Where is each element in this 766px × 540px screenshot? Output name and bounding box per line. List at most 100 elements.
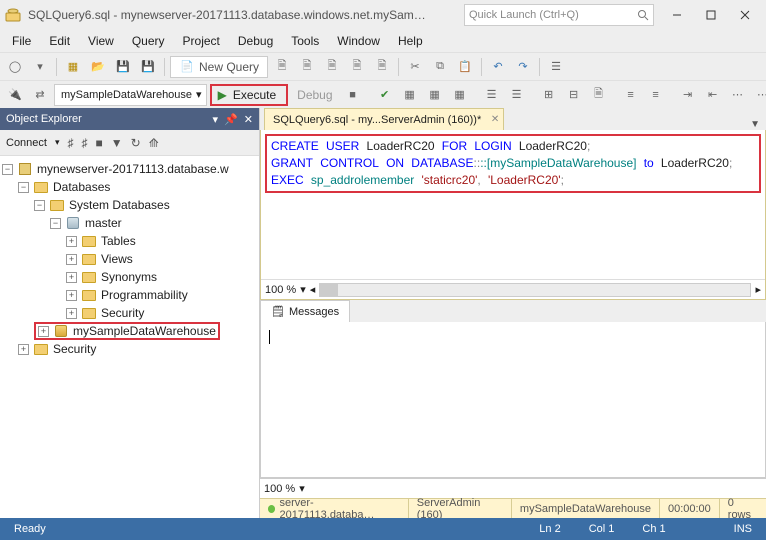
- maximize-button[interactable]: [694, 3, 728, 27]
- menu-window[interactable]: Window: [329, 32, 388, 50]
- document-tab-bar: SQLQuery6.sql - my...ServerAdmin (160))*…: [260, 108, 766, 130]
- open-icon[interactable]: 📂: [87, 56, 109, 78]
- indent-icon[interactable]: ⇥: [677, 84, 699, 106]
- object-explorer-header: Object Explorer ▾ 📌 ✕: [0, 108, 259, 130]
- copy-icon[interactable]: ⧉: [429, 56, 451, 78]
- pin-icon[interactable]: 📌: [224, 113, 238, 126]
- cut-icon[interactable]: ✂: [404, 56, 426, 78]
- panel-close-icon[interactable]: ✕: [244, 113, 253, 126]
- result-grid-icon[interactable]: ⊞: [538, 84, 560, 106]
- parse-icon[interactable]: ✔: [374, 84, 396, 106]
- tree-sysdb[interactable]: −System Databases: [0, 196, 259, 214]
- menu-tools[interactable]: Tools: [283, 32, 327, 50]
- stop-icon[interactable]: ■: [96, 136, 103, 150]
- chevron-down-icon[interactable]: ▾: [300, 283, 306, 296]
- title-bar: SQLQuery6.sql - mynewserver-20171113.dat…: [0, 0, 766, 30]
- panel-menu-icon[interactable]: ▾: [213, 113, 219, 126]
- debug-button[interactable]: Debug: [291, 88, 338, 102]
- tree-programmability[interactable]: +Programmability: [0, 286, 259, 304]
- menu-debug[interactable]: Debug: [230, 32, 281, 50]
- tree-synonyms[interactable]: +Synonyms: [0, 268, 259, 286]
- tab-list-icon[interactable]: ▼: [750, 119, 760, 130]
- tree-server[interactable]: −mynewserver-20171113.database.w: [0, 160, 259, 178]
- h-scrollbar[interactable]: [319, 283, 751, 297]
- menu-project[interactable]: Project: [175, 32, 228, 50]
- menu-query[interactable]: Query: [124, 32, 173, 50]
- zoom-value[interactable]: 100 %: [265, 284, 296, 296]
- filter2-icon[interactable]: ♯: [82, 136, 88, 150]
- script-icon-1[interactable]: 🗎: [271, 56, 293, 78]
- tree-synonyms-label: Synonyms: [101, 270, 157, 284]
- zoom-value-2[interactable]: 100 %: [264, 483, 295, 495]
- nav-back-icon[interactable]: ◯: [4, 56, 26, 78]
- execute-label: Execute: [233, 88, 276, 102]
- filter-icon[interactable]: ♯: [68, 136, 74, 150]
- object-explorer-panel: Object Explorer ▾ 📌 ✕ Connect ▾ ♯ ♯ ■ ▼ …: [0, 108, 260, 518]
- menu-help[interactable]: Help: [390, 32, 431, 50]
- messages-tab-label: Messages: [289, 306, 339, 318]
- plan-icon-1[interactable]: ▦: [399, 84, 421, 106]
- database-dropdown[interactable]: mySampleDataWarehouse ▾: [54, 84, 207, 106]
- plan-icon-3[interactable]: ▦: [449, 84, 471, 106]
- tab-close-icon[interactable]: ✕: [491, 114, 499, 125]
- outdent-icon[interactable]: ⇤: [702, 84, 724, 106]
- uncomment-icon[interactable]: ≡: [645, 84, 667, 106]
- menu-edit[interactable]: Edit: [41, 32, 78, 50]
- object-explorer-tree[interactable]: −mynewserver-20171113.database.w −Databa…: [0, 156, 259, 518]
- conn-db: mySampleDataWarehouse: [512, 499, 660, 518]
- result-text-icon[interactable]: ⊟: [563, 84, 585, 106]
- minimize-button[interactable]: [660, 3, 694, 27]
- tree-security-outer[interactable]: +Security: [0, 340, 259, 358]
- new-query-button[interactable]: 📄New Query: [170, 56, 268, 78]
- refresh-icon[interactable]: ↻: [131, 136, 141, 150]
- close-button[interactable]: [728, 3, 762, 27]
- filter3-icon[interactable]: ▼: [111, 136, 123, 150]
- redo-icon[interactable]: ↷: [512, 56, 534, 78]
- script-icon-4[interactable]: 🗎: [346, 56, 368, 78]
- editor-area: SQLQuery6.sql - my...ServerAdmin (160))*…: [260, 108, 766, 518]
- script-icon-2[interactable]: 🗎: [296, 56, 318, 78]
- object-explorer-title: Object Explorer: [6, 113, 82, 125]
- result-file-icon[interactable]: 🗎: [588, 84, 610, 106]
- text-cursor: [269, 330, 270, 344]
- extra-icon-1[interactable]: ⋯: [727, 84, 749, 106]
- extra-icon-2[interactable]: ⋯: [752, 84, 766, 106]
- sql-editor[interactable]: CREATE USER LoaderRC20 FOR LOGIN LoaderR…: [260, 130, 766, 300]
- undo-icon[interactable]: ↶: [487, 56, 509, 78]
- opt-icon-1[interactable]: ☰: [481, 84, 503, 106]
- tree-tables[interactable]: +Tables: [0, 232, 259, 250]
- menu-file[interactable]: File: [4, 32, 39, 50]
- save-all-icon[interactable]: 💾: [137, 56, 159, 78]
- properties-icon[interactable]: ☰: [545, 56, 567, 78]
- connect-button[interactable]: Connect: [6, 137, 47, 149]
- script-icon-3[interactable]: 🗎: [321, 56, 343, 78]
- messages-pane[interactable]: [260, 322, 766, 478]
- stop-icon[interactable]: ■: [342, 84, 364, 106]
- activity-icon[interactable]: ⟰: [149, 136, 159, 150]
- execute-button[interactable]: ▶ Execute: [210, 84, 289, 106]
- tree-userdb[interactable]: +mySampleDataWarehouse: [0, 322, 259, 340]
- scroll-left-icon[interactable]: ◂: [310, 283, 316, 296]
- document-tab[interactable]: SQLQuery6.sql - my...ServerAdmin (160))*…: [264, 108, 504, 130]
- quick-launch-input[interactable]: Quick Launch (Ctrl+Q): [464, 4, 654, 26]
- conn-server: server-20171113.databa…: [260, 499, 409, 518]
- script-icon-5[interactable]: 🗎: [371, 56, 393, 78]
- menu-view[interactable]: View: [80, 32, 122, 50]
- paste-icon[interactable]: 📋: [454, 56, 476, 78]
- tree-master[interactable]: −master: [0, 214, 259, 232]
- save-icon[interactable]: 💾: [112, 56, 134, 78]
- opt-icon-2[interactable]: ☰: [506, 84, 528, 106]
- tree-security-inner[interactable]: +Security: [0, 304, 259, 322]
- zoom-bar-bottom: 100 % ▾: [260, 478, 766, 498]
- change-conn-icon[interactable]: ⇄: [29, 84, 51, 106]
- chevron-down-icon[interactable]: ▾: [299, 482, 305, 495]
- comment-icon[interactable]: ≡: [620, 84, 642, 106]
- plan-icon-2[interactable]: ▦: [424, 84, 446, 106]
- messages-tab[interactable]: 🗒 Messages: [260, 300, 350, 322]
- connection-icon[interactable]: 🔌: [4, 84, 26, 106]
- tree-views[interactable]: +Views: [0, 250, 259, 268]
- new-item-icon[interactable]: ▦: [62, 56, 84, 78]
- nav-fwd-icon[interactable]: ▾: [29, 56, 51, 78]
- tree-databases[interactable]: −Databases: [0, 178, 259, 196]
- scroll-right-icon[interactable]: ▸: [755, 283, 761, 296]
